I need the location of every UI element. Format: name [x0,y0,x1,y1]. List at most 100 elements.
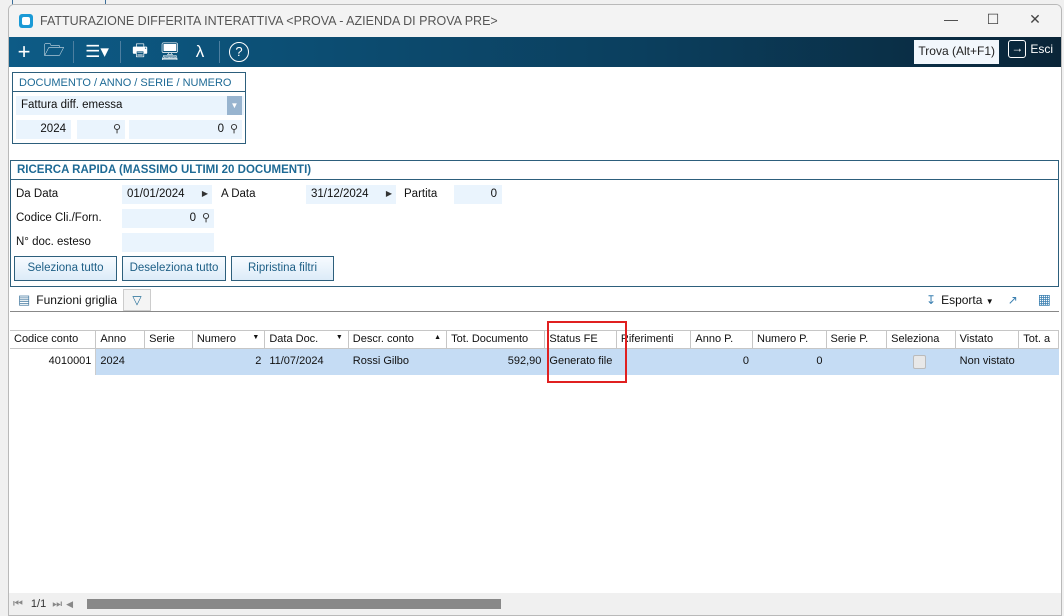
column-header[interactable]: Seleziona [887,330,956,349]
scroll-left-icon[interactable]: ◀ [66,599,73,610]
export-button[interactable]: Esporta ▼ [941,293,994,307]
year-field[interactable]: 2024 [16,120,71,139]
from-date-value: 01/01/2024 [127,188,185,200]
pdf-icon[interactable]: λ [185,37,215,67]
column-header[interactable]: Anno P. [691,330,753,349]
search-icon[interactable]: ⚲ [113,122,121,135]
number-field[interactable]: 0 ⚲ [129,120,242,139]
column-header-label: Vistato [959,333,994,345]
first-page-icon[interactable]: ⏮ [13,598,23,611]
open-folder-icon[interactable]: 🗁 [39,37,69,67]
table-cell: Rossi Gilbo [348,349,448,375]
column-header-label: Data Doc. [269,333,319,345]
table-cell: Non vistato [955,349,1020,375]
column-header-label: Tot. Documento [451,333,529,345]
document-type-select[interactable]: Fattura diff. emessa [16,96,244,115]
select-checkbox[interactable] [913,355,927,369]
reset-filters-button[interactable]: Ripristina filtri [231,256,334,281]
partita-label: Partita [404,188,438,200]
column-header-label: Descr. conto [352,333,414,345]
from-date-field[interactable]: 01/01/2024 ▶ [122,185,212,204]
column-header[interactable]: Numero P. [753,330,827,349]
search-icon[interactable]: ⚲ [202,211,210,224]
column-header-label: Anno [100,333,127,345]
column-header[interactable]: Serie [145,330,193,349]
exit-button[interactable]: → Esci [1008,40,1053,58]
search-icon[interactable]: ⚲ [230,122,238,135]
column-header[interactable]: Vistato [955,330,1020,349]
help-icon[interactable]: ? [224,37,254,67]
docnum-field[interactable] [122,233,214,252]
select-all-button[interactable]: Seleziona tutto [14,256,117,281]
column-header-label: Codice conto [14,333,79,345]
table-cell: 2024 [96,349,146,375]
code-label: Codice Cli./Forn. [16,212,102,224]
find-button[interactable]: Trova (Alt+F1) [914,40,999,64]
table-cell [826,349,888,375]
new-icon[interactable]: + [9,37,39,67]
window-title: FATTURAZIONE DIFFERITA INTERATTIVA <PROV… [40,14,498,28]
menu-icon[interactable]: ☰▾ [78,37,116,67]
status-fe-highlight [547,321,627,383]
filter-icon[interactable]: ▽ [123,288,152,311]
table-cell [1019,349,1059,375]
table-cell: 592,90 [447,349,546,375]
column-header[interactable]: Serie P. [826,330,888,349]
app-icon [19,14,33,28]
to-date-value: 31/12/2024 [311,188,369,200]
print-icon[interactable]: 🖶 [125,37,155,67]
document-panel: DOCUMENTO / ANNO / SERIE / NUMERO Fattur… [12,72,246,144]
column-header[interactable]: Numero ▼ [192,330,266,349]
caret-right-icon[interactable]: ▶ [202,189,208,198]
column-header[interactable]: Anno [96,330,146,349]
deselect-all-button[interactable]: Deseleziona tutto [122,256,226,281]
grid-functions-button[interactable]: Funzioni griglia [36,293,117,307]
close-button[interactable]: ✕ [1025,11,1045,31]
column-header-label: Numero P. [757,333,809,345]
column-header[interactable]: Riferimenti [616,330,692,349]
table-row[interactable]: 4010001 2024 2 11/07/2024 Rossi Gilbo 592,90 G… [10,349,1059,375]
monitor-icon[interactable]: 🖥 [155,37,185,67]
table-cell: 0 [753,349,827,375]
grid-footer: ⏮ 1/1 ⏭ ◀ [9,593,1061,615]
column-header-label: Riferimenti [620,333,674,345]
grid-toolbar: ▤ Funzioni griglia ▽ ↧ Esporta ▼ ↗ ▦ [10,288,1059,312]
sort-icon[interactable]: ▼ [336,334,343,341]
code-value: 0 [189,212,196,224]
app-window: FATTURAZIONE DIFFERITA INTERATTIVA <PROV… [8,4,1062,616]
grid-functions-icon[interactable]: ▤ [18,292,30,308]
column-header[interactable]: Tot. Documento [447,330,546,349]
grid-layout-icon[interactable]: ▦ [1038,291,1051,308]
column-header-label: Anno P. [695,333,734,345]
title-bar: FATTURAZIONE DIFFERITA INTERATTIVA <PROV… [9,5,1061,37]
caret-right-icon[interactable]: ▶ [386,189,392,198]
column-header-label: Tot. a [1023,333,1051,345]
sort-icon[interactable]: ▲ [434,334,441,341]
exit-label: Esci [1030,42,1053,56]
sort-icon[interactable]: ▼ [252,334,259,341]
last-page-icon[interactable]: ⏭ [52,598,62,611]
column-header-label: Numero [196,333,236,345]
column-header[interactable]: Data Doc. ▼ [265,330,349,349]
column-header[interactable]: Descr. conto ▲ [348,330,448,349]
series-field[interactable]: ⚲ [77,120,125,139]
chart-icon[interactable]: ↗ [1008,293,1018,307]
minimize-button[interactable]: — [941,11,961,31]
maximize-button[interactable]: ☐ [983,11,1003,31]
document-header: DOCUMENTO / ANNO / SERIE / NUMERO [13,73,245,92]
number-value: 0 [217,123,224,135]
column-header[interactable]: Codice conto [10,330,97,349]
table-cell [887,349,956,375]
column-header[interactable]: Tot. a [1019,330,1059,349]
horizontal-scrollbar[interactable] [87,599,501,609]
to-date-field[interactable]: 31/12/2024 ▶ [306,185,396,204]
partita-field[interactable]: 0 [454,185,502,204]
chevron-down-icon[interactable]: ▼ [227,96,242,115]
column-header-label: Seleziona [891,333,940,345]
table-cell: 2 [192,349,266,375]
documents-grid: Codice conto Anno Serie Numero ▼ Data Doc. ▼ De… [10,330,1059,375]
exit-icon: → [1008,40,1027,58]
code-field[interactable]: 0 ⚲ [122,209,214,228]
page-indicator: 1/1 [30,598,47,610]
table-cell: 4010001 [10,349,97,375]
